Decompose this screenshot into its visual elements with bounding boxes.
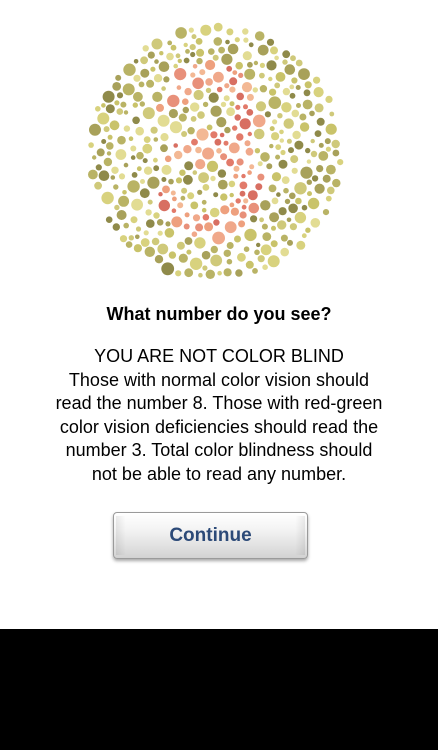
result-line: read the number 8. Those with red-green bbox=[55, 393, 383, 413]
bottom-black-area bbox=[0, 629, 438, 750]
screen: What number do you see? YOU ARE NOT COLO… bbox=[0, 0, 438, 750]
result-line: color vision deficiencies should read th… bbox=[59, 416, 379, 437]
continue-button[interactable]: Continue bbox=[113, 512, 308, 559]
result-line: Those with normal color vision should bbox=[68, 369, 370, 390]
result-line: number 3. Total color blindness should bbox=[65, 440, 373, 460]
continue-button-label: Continue bbox=[169, 524, 252, 546]
result-text: YOU ARE NOT COLOR BLIND Those with norma… bbox=[20, 345, 418, 486]
ishihara-plate-icon bbox=[80, 20, 350, 286]
question-heading: What number do you see? bbox=[106, 304, 332, 324]
result-line: not be able to read any number. bbox=[91, 463, 347, 484]
result-line: YOU ARE NOT COLOR BLIND bbox=[94, 346, 344, 366]
content-area: What number do you see? YOU ARE NOT COLO… bbox=[0, 0, 438, 629]
